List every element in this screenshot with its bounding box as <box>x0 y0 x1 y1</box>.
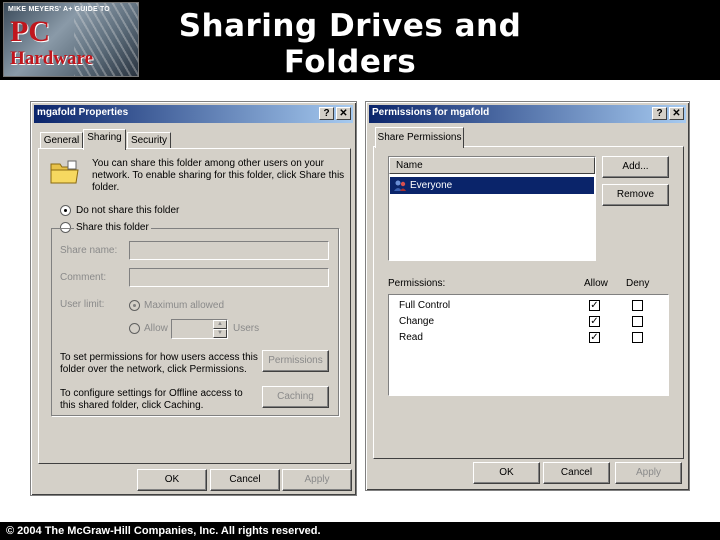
permissions-text-line1: To set permissions for how users access … <box>60 352 258 363</box>
slide-header: MIKE MEYERS' A+ GUIDE TO PC Hardware Sha… <box>0 0 720 80</box>
tab-general[interactable]: General <box>40 132 83 149</box>
properties-titlebar: mgafold Properties ? ✕ <box>34 105 353 123</box>
permissions-text-line2: folder over the network, click Permissio… <box>60 364 247 375</box>
tab-share-permissions[interactable]: Share Permissions <box>375 127 464 148</box>
change-allow-checkbox[interactable]: ✓ <box>589 316 600 327</box>
sharing-tab-panel: You can share this folder among other us… <box>38 148 351 464</box>
change-deny-checkbox[interactable] <box>632 316 643 327</box>
ok-button[interactable]: OK <box>473 462 540 484</box>
remove-button[interactable]: Remove <box>602 184 669 206</box>
allow-users-spinner[interactable]: ▲ ▼ <box>171 319 228 339</box>
permissions-title: Permissions for mgafold <box>372 107 490 118</box>
permissions-dialog: Permissions for mgafold ? ✕ Share Permis… <box>365 101 690 491</box>
name-header-label: Name <box>396 160 423 171</box>
help-button[interactable]: ? <box>319 107 334 120</box>
radio-share-folder-label: Share this folder <box>74 222 151 233</box>
deny-column-header: Deny <box>626 278 650 289</box>
allow-label: Allow <box>144 323 168 334</box>
copyright-text: © 2004 The McGraw-Hill Companies, Inc. A… <box>6 525 321 537</box>
share-permissions-panel: Name Everyone Add... Remove Permissions:… <box>373 146 684 459</box>
tab-security[interactable]: Security <box>127 132 171 149</box>
slide-title-line1: Sharing Drives and <box>178 8 522 44</box>
share-name-field[interactable] <box>129 241 329 260</box>
users-group-icon <box>393 179 407 192</box>
help-button[interactable]: ? <box>652 107 667 120</box>
logo-pc-text: PC <box>10 15 50 48</box>
book-logo: MIKE MEYERS' A+ GUIDE TO PC Hardware <box>3 2 139 77</box>
radio-maximum-allowed[interactable] <box>129 300 140 311</box>
permissions-list: Full Control ✓ Change ✓ Read ✓ <box>388 294 669 396</box>
apply-button[interactable]: Apply <box>282 469 352 491</box>
full-control-allow-checkbox[interactable]: ✓ <box>589 300 600 311</box>
add-button[interactable]: Add... <box>602 156 669 178</box>
user-limit-label: User limit: <box>60 299 105 310</box>
slide-title-line2: Folders <box>283 44 417 80</box>
radio-do-not-share[interactable] <box>60 205 71 216</box>
allow-column-header: Allow <box>584 278 608 289</box>
read-deny-checkbox[interactable] <box>632 332 643 343</box>
perm-name-change: Change <box>399 316 435 327</box>
caching-button[interactable]: Caching <box>262 386 329 408</box>
slide-footer: © 2004 The McGraw-Hill Companies, Inc. A… <box>0 522 720 540</box>
caching-text-line1: To configure settings for Offline access… <box>60 388 243 399</box>
properties-title: mgafold Properties <box>37 107 129 118</box>
permissions-button[interactable]: Permissions <box>262 350 329 372</box>
read-allow-checkbox[interactable]: ✓ <box>589 332 600 343</box>
tab-sharing[interactable]: Sharing <box>83 129 126 150</box>
name-everyone: Everyone <box>410 180 453 191</box>
spinner-down-arrow-icon[interactable]: ▼ <box>213 329 227 338</box>
comment-label: Comment: <box>60 272 107 283</box>
logo-hardware-text: Hardware <box>10 48 94 69</box>
name-list[interactable]: Name Everyone <box>388 156 596 261</box>
caching-text-line2: this shared folder, click Caching. <box>60 400 204 411</box>
close-button[interactable]: ✕ <box>336 107 351 120</box>
radio-do-not-share-label: Do not share this folder <box>76 205 180 216</box>
spinner-up-arrow-icon[interactable]: ▲ <box>213 320 227 329</box>
apply-button[interactable]: Apply <box>615 462 682 484</box>
folder-icon <box>50 159 80 185</box>
ok-button[interactable]: OK <box>137 469 207 491</box>
properties-dialog: mgafold Properties ? ✕ General Sharing S… <box>30 101 357 496</box>
close-button[interactable]: ✕ <box>669 107 684 120</box>
perm-name-full-control: Full Control <box>399 300 451 311</box>
logo-top-text: MIKE MEYERS' A+ GUIDE TO <box>8 6 110 13</box>
perm-name-read: Read <box>399 332 423 343</box>
cancel-button[interactable]: Cancel <box>210 469 280 491</box>
users-label: Users <box>233 323 260 334</box>
sharing-description-line2: network. To enable sharing for this fold… <box>92 170 345 181</box>
comment-field[interactable] <box>129 268 329 287</box>
radio-allow-users[interactable] <box>129 323 140 334</box>
maximum-allowed-label: Maximum allowed <box>144 300 225 311</box>
list-item[interactable]: Everyone <box>390 177 594 194</box>
permissions-label: Permissions: <box>388 278 446 289</box>
sharing-description-line1: You can share this folder among other us… <box>92 158 324 169</box>
share-name-label: Share name: <box>60 245 118 256</box>
cancel-button[interactable]: Cancel <box>543 462 610 484</box>
name-column-header[interactable]: Name <box>389 157 595 174</box>
sharing-description-line3: folder. <box>92 182 120 193</box>
full-control-deny-checkbox[interactable] <box>632 300 643 311</box>
slide-title: Sharing Drives and Folders <box>170 8 530 80</box>
permissions-titlebar: Permissions for mgafold ? ✕ <box>369 105 686 123</box>
